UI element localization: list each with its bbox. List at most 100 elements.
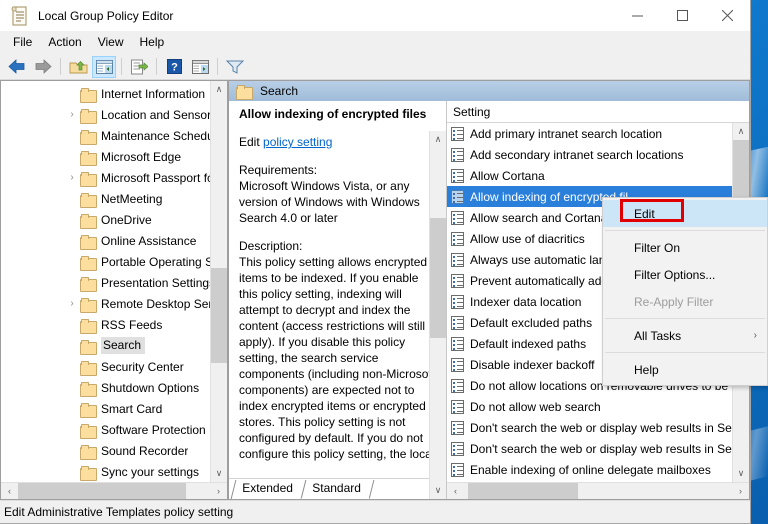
tree-item-label: Maintenance Schedu bbox=[101, 128, 214, 143]
menu-help[interactable]: Help bbox=[132, 32, 173, 53]
tree-item[interactable]: Maintenance Schedu bbox=[1, 125, 227, 146]
folder-icon bbox=[236, 84, 253, 100]
settings-hscroll-thumb[interactable] bbox=[468, 482, 578, 499]
tree-hscroll-track[interactable] bbox=[18, 482, 210, 499]
context-menu-item[interactable]: Edit bbox=[603, 200, 767, 227]
settings-list-row-label: Default excluded paths bbox=[470, 315, 593, 330]
export-list-icon[interactable] bbox=[127, 56, 151, 78]
settings-horizontal-scrollbar[interactable]: ‹ › bbox=[447, 482, 749, 499]
help-icon[interactable]: ? bbox=[162, 56, 186, 78]
tree-vscroll-track[interactable] bbox=[211, 98, 227, 465]
tree-item[interactable]: Online Assistance bbox=[1, 230, 227, 251]
close-button[interactable] bbox=[705, 0, 750, 31]
settings-list-row[interactable]: Enable indexing of online delegate mailb… bbox=[447, 459, 749, 480]
tree-hscroll-thumb[interactable] bbox=[18, 482, 186, 499]
description-scroll-down-icon[interactable]: ∨ bbox=[430, 482, 446, 499]
tree-item[interactable]: Search bbox=[1, 335, 227, 356]
toolbar-separator bbox=[121, 58, 122, 75]
settings-list-row[interactable]: Add secondary intranet search locations bbox=[447, 144, 749, 165]
tree-item-label: Presentation Settings bbox=[101, 275, 216, 290]
minimize-button[interactable] bbox=[615, 0, 660, 31]
settings-scroll-down-icon[interactable]: ∨ bbox=[733, 465, 749, 482]
tree-item[interactable]: Sync your settings bbox=[1, 461, 227, 482]
tree-item[interactable]: › Remote Desktop Serv bbox=[1, 293, 227, 314]
pane-header-title: Search bbox=[260, 84, 299, 98]
menu-action[interactable]: Action bbox=[40, 32, 89, 53]
tree-item[interactable]: Shutdown Options bbox=[1, 377, 227, 398]
settings-scroll-right-icon[interactable]: › bbox=[732, 483, 749, 500]
tab-standard[interactable]: Standard bbox=[300, 480, 374, 499]
tree-item[interactable]: Smart Card bbox=[1, 398, 227, 419]
tree-item-label: Internet Information bbox=[101, 86, 206, 101]
tree-item-label: Shutdown Options bbox=[101, 380, 200, 395]
forward-icon[interactable] bbox=[31, 56, 55, 78]
tab-extended[interactable]: Extended bbox=[230, 480, 307, 499]
tree-item[interactable]: Presentation Settings bbox=[1, 272, 227, 293]
context-menu-item[interactable]: Help bbox=[603, 356, 767, 383]
chevron-right-icon[interactable]: › bbox=[64, 109, 80, 120]
tree-item[interactable]: Software Protection P bbox=[1, 419, 227, 440]
edit-prefix-label: Edit bbox=[239, 135, 264, 149]
tree-item[interactable]: Sound Recorder bbox=[1, 440, 227, 461]
settings-hscroll-track[interactable] bbox=[464, 482, 732, 499]
settings-list-row-label: Don't search the web or display web resu… bbox=[470, 441, 739, 456]
tree-scroll-left-icon[interactable]: ‹ bbox=[1, 483, 18, 500]
settings-list-row[interactable]: Do not allow web search bbox=[447, 396, 749, 417]
settings-scroll-left-icon[interactable]: ‹ bbox=[447, 483, 464, 500]
policy-title: Allow indexing of encrypted files bbox=[239, 107, 427, 121]
filter-icon[interactable] bbox=[223, 56, 247, 78]
up-one-level-icon[interactable] bbox=[66, 56, 90, 78]
context-menu-item-label: Edit bbox=[634, 206, 655, 221]
settings-list-row-label: Add primary intranet search location bbox=[470, 126, 663, 141]
settings-list-row[interactable]: Add primary intranet search location bbox=[447, 123, 749, 144]
maximize-button[interactable] bbox=[660, 0, 705, 31]
context-menu-item[interactable]: Filter Options... bbox=[603, 261, 767, 288]
tree-scroll-down-icon[interactable]: ∨ bbox=[211, 465, 227, 482]
tree-item[interactable]: RSS Feeds bbox=[1, 314, 227, 335]
tree-scroll-right-icon[interactable]: › bbox=[210, 483, 227, 500]
tree-item[interactable]: › Microsoft Passport fc bbox=[1, 167, 227, 188]
settings-list-row[interactable]: Don't search the web or display web resu… bbox=[447, 438, 749, 459]
menu-view[interactable]: View bbox=[90, 32, 132, 53]
svg-text:?: ? bbox=[171, 62, 178, 74]
tab-extended-label: Extended bbox=[242, 481, 293, 495]
tree-item[interactable]: Portable Operating Sy bbox=[1, 251, 227, 272]
tree-item[interactable]: OneDrive bbox=[1, 209, 227, 230]
tree-item[interactable]: Microsoft Edge bbox=[1, 146, 227, 167]
settings-list-row-label: Indexer data location bbox=[470, 294, 582, 309]
tree-scroll-up-icon[interactable]: ∧ bbox=[211, 81, 227, 98]
policy-setting-link[interactable]: policy setting bbox=[263, 135, 332, 149]
tree-item[interactable]: NetMeeting bbox=[1, 188, 227, 209]
show-hide-console-tree-icon[interactable] bbox=[92, 55, 116, 78]
menu-file[interactable]: File bbox=[5, 32, 40, 53]
chevron-right-icon[interactable]: › bbox=[64, 172, 80, 183]
description-vscroll-thumb[interactable] bbox=[430, 218, 446, 338]
description-vertical-scrollbar[interactable]: ∧ ∨ bbox=[429, 131, 446, 499]
description-vscroll-track[interactable] bbox=[430, 148, 446, 482]
status-bar: Edit Administrative Templates policy set… bbox=[0, 500, 750, 523]
folder-icon bbox=[80, 297, 97, 313]
folder-icon bbox=[80, 465, 97, 481]
settings-scroll-up-icon[interactable]: ∧ bbox=[733, 123, 749, 140]
context-menu-item-label: Re-Apply Filter bbox=[634, 294, 714, 309]
show-hide-action-pane-icon[interactable] bbox=[188, 56, 212, 78]
back-icon[interactable] bbox=[5, 56, 29, 78]
policy-setting-icon bbox=[451, 420, 464, 435]
tree-item[interactable]: Security Center bbox=[1, 356, 227, 377]
settings-column-header[interactable]: Setting bbox=[447, 101, 749, 123]
policy-setting-icon bbox=[451, 336, 464, 351]
tree-vscroll-thumb[interactable] bbox=[211, 268, 227, 363]
description-scroll-up-icon[interactable]: ∧ bbox=[430, 131, 446, 148]
policy-setting-icon bbox=[451, 462, 464, 477]
settings-list-row[interactable]: Allow Cortana bbox=[447, 165, 749, 186]
policy-setting-icon bbox=[451, 273, 464, 288]
tree-horizontal-scrollbar[interactable]: ‹ › bbox=[1, 482, 227, 499]
context-menu-item[interactable]: All Tasks › bbox=[603, 322, 767, 349]
tree-item[interactable]: Internet Information bbox=[1, 83, 227, 104]
settings-list-row-label: Don't search the web or display web resu… bbox=[470, 420, 739, 435]
settings-list-row[interactable]: Don't search the web or display web resu… bbox=[447, 417, 749, 438]
chevron-right-icon[interactable]: › bbox=[64, 298, 80, 309]
tree-item[interactable]: › Location and Sensors bbox=[1, 104, 227, 125]
context-menu-item[interactable]: Filter On bbox=[603, 234, 767, 261]
tree-vertical-scrollbar[interactable]: ∧ ∨ bbox=[210, 81, 227, 482]
